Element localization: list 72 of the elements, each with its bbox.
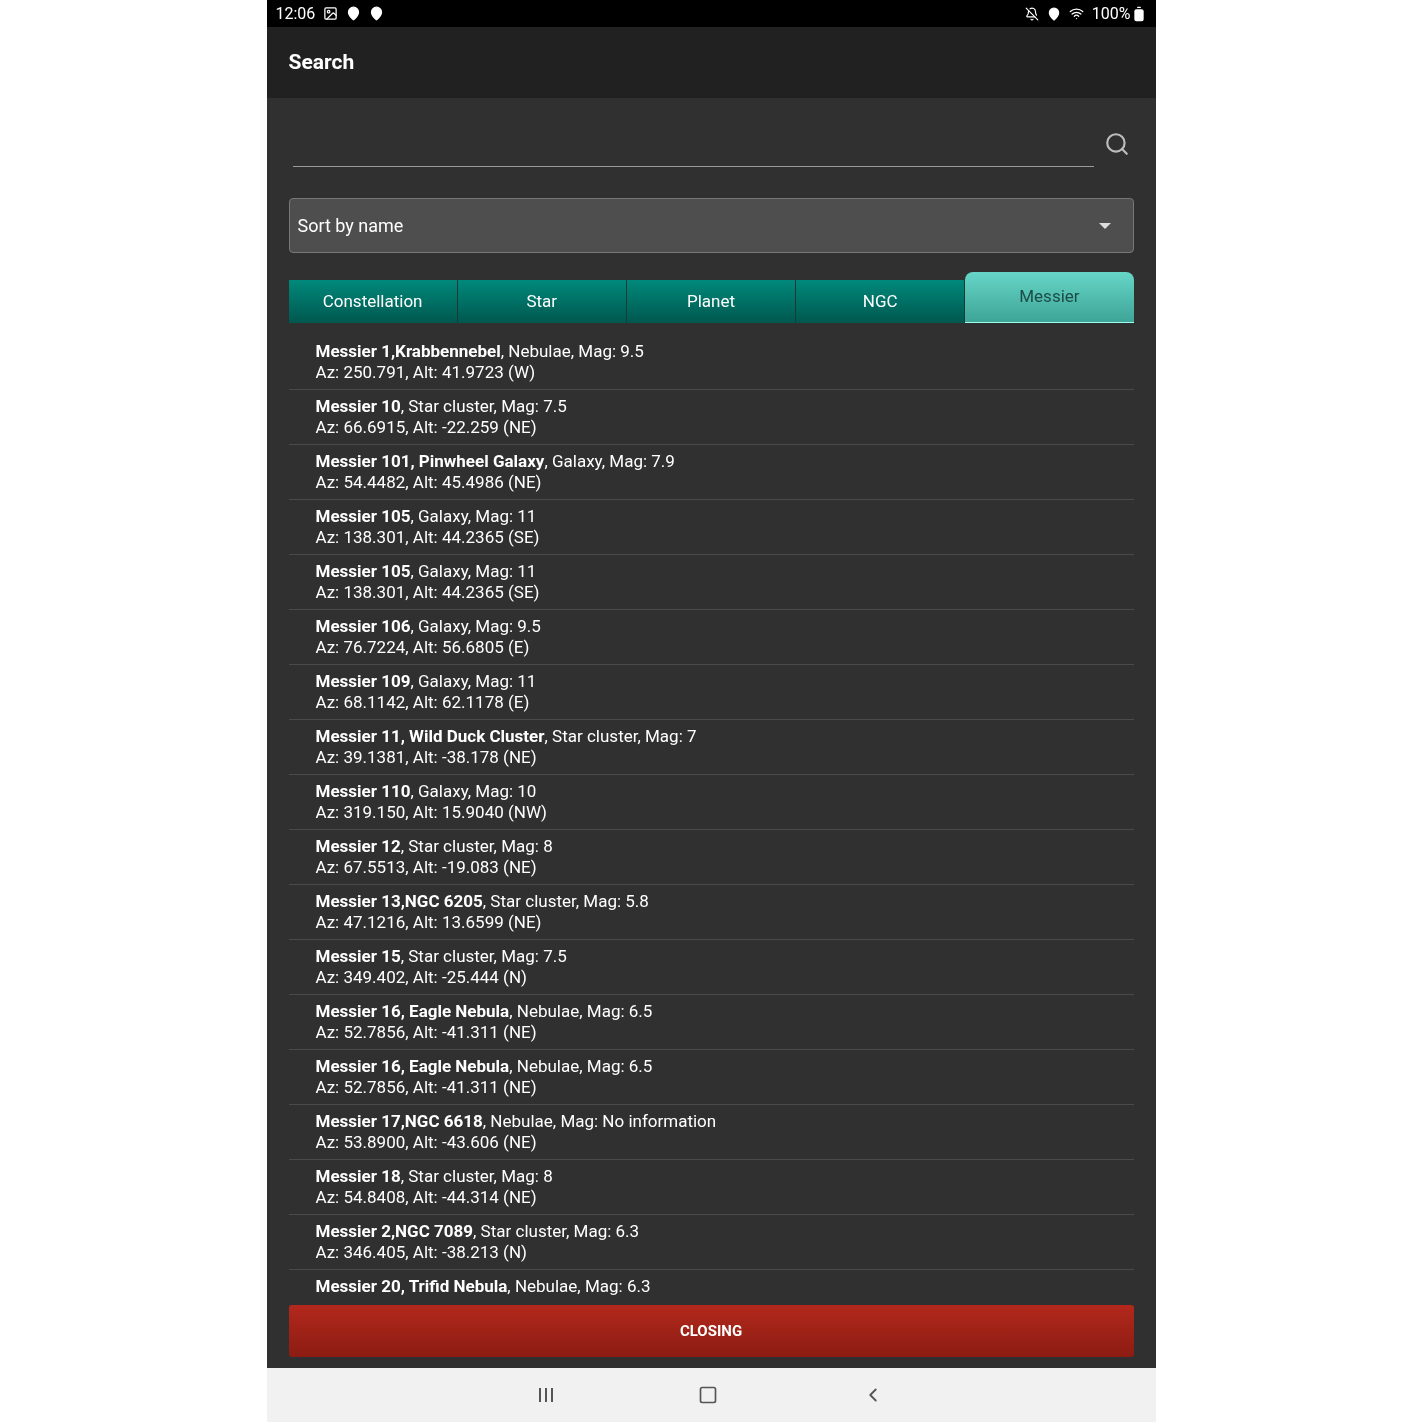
result-title: Messier 105, Galaxy, Mag: 11 — [315, 506, 538, 527]
result-item[interactable]: Messier 109, Galaxy, Mag: 11 Az: 68.1142, Alt: 62.1178 (E) — [288, 665, 1134, 720]
result-position: Az: 68.1142, Alt: 62.1178 (E) — [315, 692, 531, 713]
result-item[interactable]: Messier 15, Star cluster, Mag: 7.5 Az: 349.402, Alt: -25.444 (N) — [288, 940, 1134, 995]
result-title: Messier 105, Galaxy, Mag: 11 — [315, 561, 538, 582]
result-title: Messier 109, Galaxy, Mag: 11 — [315, 671, 538, 692]
result-title: Messier 17,NGC 6618, Nebulae, Mag: No information — [315, 1111, 718, 1132]
location-icon — [346, 6, 362, 21]
app-bar-title: Search — [288, 48, 355, 76]
category-tab[interactable]: Planet — [626, 280, 797, 323]
result-title: Messier 11, Wild Duck Cluster, Star cluster, Mag: 7 — [315, 726, 698, 747]
category-tab[interactable]: Star — [457, 280, 627, 323]
home-icon[interactable] — [698, 1385, 718, 1405]
result-title: Messier 110, Galaxy, Mag: 10 — [315, 781, 538, 802]
image-icon — [323, 6, 339, 21]
search-icon[interactable] — [1103, 131, 1130, 157]
result-item[interactable]: Messier 105, Galaxy, Mag: 11 Az: 138.301, Alt: 44.2365 (SE) — [288, 500, 1134, 555]
clock: 12:06 — [275, 2, 316, 25]
result-item[interactable]: Messier 106, Galaxy, Mag: 9.5 Az: 76.7224, Alt: 56.6805 (E) — [288, 610, 1134, 665]
result-position: Az: 138.301, Alt: 44.2365 (SE) — [315, 582, 541, 603]
result-item[interactable]: Messier 10, Star cluster, Mag: 7.5 Az: 66.6915, Alt: -22.259 (NE) — [288, 390, 1134, 445]
category-tab[interactable]: Messier — [965, 272, 1134, 323]
result-position: Az: 76.7224, Alt: 56.6805 (E) — [315, 637, 531, 658]
battery-level: 100% — [1091, 2, 1131, 25]
result-title: Messier 12, Star cluster, Mag: 8 — [315, 836, 554, 857]
result-title: Messier 10, Star cluster, Mag: 7.5 — [315, 396, 568, 417]
result-position: Az: 319.150, Alt: 15.9040 (NW) — [315, 802, 549, 823]
result-title: Messier 20, Trifid Nebula, Nebulae, Mag: 6.3 — [315, 1276, 652, 1297]
result-title: Messier 13,NGC 6205, Star cluster, Mag: 5.8 — [315, 891, 650, 912]
result-title: Messier 15, Star cluster, Mag: 7.5 — [315, 946, 568, 967]
result-position: Az: 349.402, Alt: -25.444 (N) — [315, 967, 528, 988]
wifi-icon — [1068, 6, 1084, 21]
result-title: Messier 101, Pinwheel Galaxy, Galaxy, Mag: 7.9 — [315, 451, 676, 472]
result-item[interactable]: Messier 2,NGC 7089, Star cluster, Mag: 6.3 Az: 346.405, Alt: -38.213 (N) — [288, 1215, 1134, 1270]
result-position: Az: 138.301, Alt: 44.2365 (SE) — [315, 527, 541, 548]
result-position: Az: 39.1381, Alt: -38.178 (NE) — [315, 747, 538, 768]
result-position: Az: 52.7856, Alt: -41.311 (NE) — [315, 1077, 538, 1098]
result-item[interactable]: Messier 1,Krabbennebel, Nebulae, Mag: 9.5 Az: 250.791, Alt: 41.9723 (W) — [288, 335, 1134, 390]
result-position: Az: 54.8408, Alt: -44.314 (NE) — [315, 1187, 538, 1208]
recent-apps-icon[interactable] — [538, 1387, 555, 1403]
result-position: Az: 54.4482, Alt: 45.4986 (NE) — [315, 472, 543, 493]
result-position: Az: 250.791, Alt: 41.9723 (W) — [315, 362, 537, 383]
result-item[interactable]: Messier 17,NGC 6618, Nebulae, Mag: No information Az: 53.8900, Alt: -43.606 (NE) — [288, 1105, 1134, 1160]
result-title: Messier 18, Star cluster, Mag: 8 — [315, 1166, 554, 1187]
result-item[interactable]: Messier 101, Pinwheel Galaxy, Galaxy, Mag: 7.9 Az: 54.4482, Alt: 45.4986 (NE) — [288, 445, 1134, 500]
result-title: Messier 16, Eagle Nebula, Nebulae, Mag: 6.5 — [315, 1001, 654, 1022]
result-item[interactable]: Messier 12, Star cluster, Mag: 8 Az: 67.5513, Alt: -19.083 (NE) — [288, 830, 1134, 885]
dropdown-arrow-icon — [1098, 222, 1111, 229]
result-title: Messier 106, Galaxy, Mag: 9.5 — [315, 616, 542, 637]
sort-dropdown[interactable]: Sort by name — [288, 198, 1134, 253]
result-item[interactable]: Messier 13,NGC 6205, Star cluster, Mag: 5.8 Az: 47.1216, Alt: 13.6599 (NE) — [288, 885, 1134, 940]
result-position: Az: 53.8900, Alt: -43.606 (NE) — [315, 1132, 538, 1153]
mute-icon — [1024, 6, 1039, 21]
result-title: Messier 16, Eagle Nebula, Nebulae, Mag: 6.5 — [315, 1056, 654, 1077]
result-position: Az: 47.1216, Alt: 13.6599 (NE) — [315, 912, 543, 933]
result-item[interactable]: Messier 16, Eagle Nebula, Nebulae, Mag: 6.5 Az: 52.7856, Alt: -41.311 (NE) — [288, 995, 1134, 1050]
result-position: Az: 346.405, Alt: -38.213 (N) — [315, 1242, 528, 1263]
result-item[interactable]: Messier 11, Wild Duck Cluster, Star cluster, Mag: 7 Az: 39.1381, Alt: -38.178 (NE) — [288, 720, 1134, 775]
result-position: Az: 52.7856, Alt: -41.311 (NE) — [315, 1022, 538, 1043]
result-item[interactable]: Messier 16, Eagle Nebula, Nebulae, Mag: 6.5 Az: 52.7856, Alt: -41.311 (NE) — [288, 1050, 1134, 1105]
result-item[interactable]: Messier 18, Star cluster, Mag: 8 Az: 54.8408, Alt: -44.314 (NE) — [288, 1160, 1134, 1215]
result-position: Az: 66.6915, Alt: -22.259 (NE) — [315, 417, 538, 438]
location-icon — [1046, 6, 1061, 21]
result-item[interactable]: Messier 105, Galaxy, Mag: 11 Az: 138.301, Alt: 44.2365 (SE) — [288, 555, 1134, 610]
category-tab[interactable]: NGC — [796, 280, 966, 323]
closing-button[interactable]: CLOSING — [288, 1305, 1134, 1357]
category-tab[interactable]: Constellation — [288, 280, 458, 323]
result-item[interactable]: Messier 110, Galaxy, Mag: 10 Az: 319.150, Alt: 15.9040 (NW) — [288, 775, 1134, 830]
result-title: Messier 2,NGC 7089, Star cluster, Mag: 6.3 — [315, 1221, 641, 1242]
result-position: Az: 67.5513, Alt: -19.083 (NE) — [315, 857, 538, 878]
result-title: Messier 1,Krabbennebel, Nebulae, Mag: 9.5 — [315, 341, 645, 362]
location-icon — [369, 6, 385, 21]
